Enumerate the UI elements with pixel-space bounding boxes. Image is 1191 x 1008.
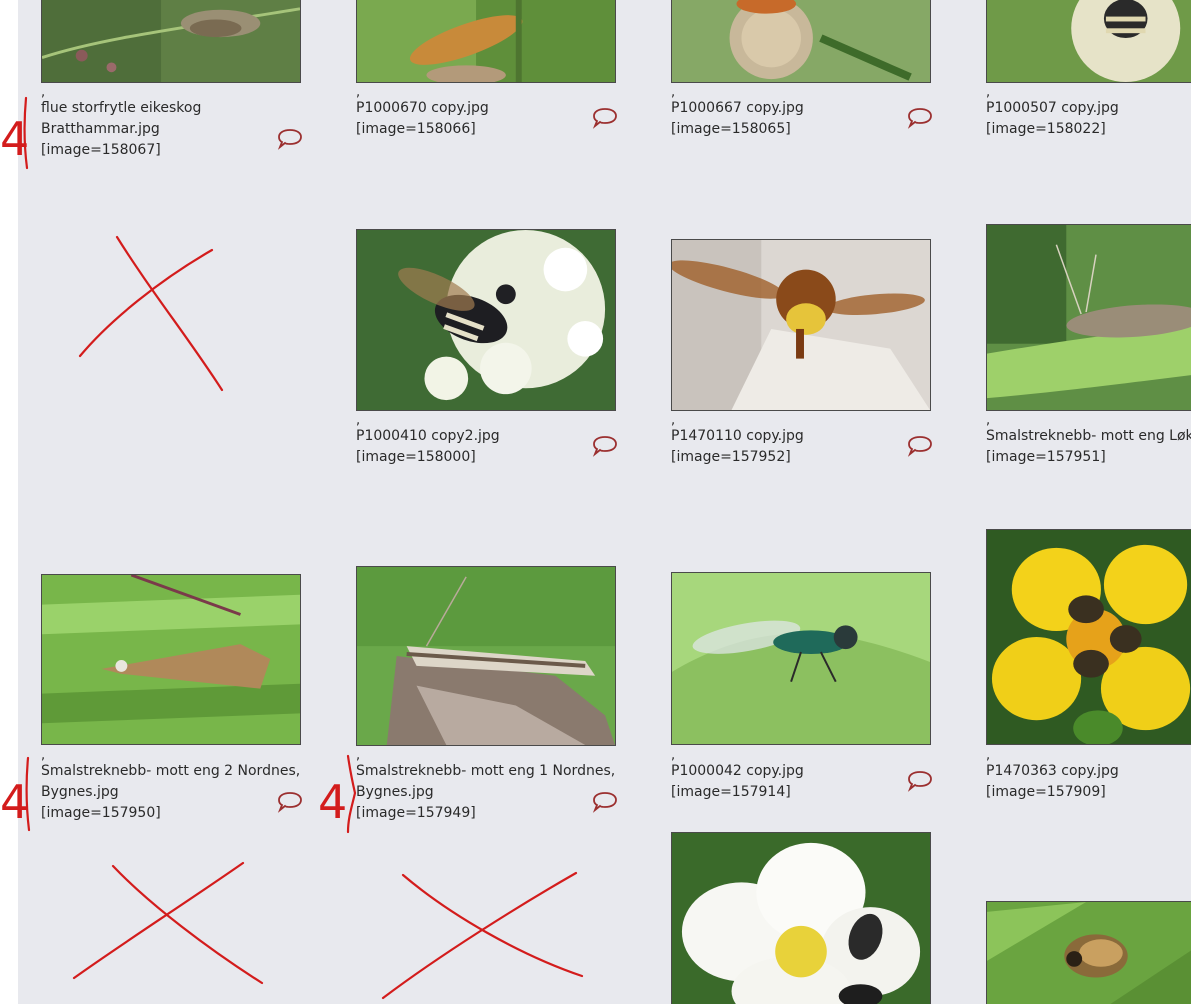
image-tag: [image=158067] [41,142,161,158]
image-filename: P1000667 copy.jpg [671,100,804,116]
image-caption: , P1470363 copy.jpg [image=157909] [986,749,1191,803]
image-filename: P1000507 copy.jpg [986,100,1119,116]
comment-icon[interactable] [592,107,618,129]
image-caption: , P1000042 copy.jpg [image=157914] [671,749,921,803]
image-caption: , flue storfrytle eikeskog Bratthammar.j… [41,86,291,161]
thumbnail-image[interactable] [986,529,1191,745]
thumbnail-image[interactable] [671,572,931,745]
comment-icon[interactable] [277,791,303,813]
image-caption: , P1470110 copy.jpg [image=157952] [671,414,921,468]
image-filename: flue storfrytle eikeskog Bratthammar.jpg [41,100,202,137]
thumbnail-image[interactable] [356,566,616,746]
image-filename: P1000670 copy.jpg [356,100,489,116]
image-filename: P1000410 copy2.jpg [356,428,500,444]
comment-icon[interactable] [592,435,618,457]
image-filename: Smalstreknebb- mott eng Løkje [986,428,1191,444]
image-filename: Smalstreknebb- mott eng 1 Nordnes, Bygne… [356,763,616,800]
image-tag: [image=158022] [986,121,1106,137]
image-tag: [image=157950] [41,805,161,821]
thumbnail-image[interactable] [671,0,931,83]
image-filename: P1470363 copy.jpg [986,763,1119,779]
image-tag: [image=158066] [356,121,476,137]
image-tag: [image=157952] [671,449,791,465]
image-caption: , P1000410 copy2.jpg [image=158000] [356,414,606,468]
image-filename: Smalstreknebb- mott eng 2 Nordnes, Bygne… [41,763,301,800]
thumbnail-image[interactable] [356,229,616,411]
comment-icon[interactable] [907,435,933,457]
thumbnail-image[interactable] [356,0,616,83]
image-tag: [image=157949] [356,805,476,821]
image-tag: [image=157914] [671,784,791,800]
image-caption: , P1000507 copy.jpg [image=158022] [986,88,1191,140]
comment-icon[interactable] [277,128,303,150]
image-tag: [image=158065] [671,121,791,137]
thumbnail-image[interactable] [986,0,1191,83]
thumbnail-image[interactable] [41,0,301,83]
thumbnail-image[interactable] [671,832,931,1008]
image-caption: , P1000667 copy.jpg [image=158065] [671,86,921,140]
page-edge [0,1004,1191,1008]
image-gallery: , flue storfrytle eikeskog Bratthammar.j… [18,0,1191,1008]
comment-icon[interactable] [592,791,618,813]
image-caption: , Smalstreknebb- mott eng 1 Nordnes, Byg… [356,749,615,824]
image-tag: [image=157951] [986,449,1106,465]
thumbnail-image[interactable] [41,574,301,745]
image-filename: P1000042 copy.jpg [671,763,804,779]
image-filename: P1470110 copy.jpg [671,428,804,444]
thumbnail-image[interactable] [671,239,931,411]
comment-icon[interactable] [907,107,933,129]
image-tag: [image=158000] [356,449,476,465]
image-caption: , Smalstreknebb- mott eng 2 Nordnes, Byg… [41,749,300,824]
image-tag: [image=157909] [986,784,1106,800]
image-caption: , Smalstreknebb- mott eng Løkje [image=1… [986,416,1191,468]
comment-icon[interactable] [907,770,933,792]
thumbnail-image[interactable] [986,901,1191,1008]
thumbnail-image[interactable] [986,224,1191,411]
image-caption: , P1000670 copy.jpg [image=158066] [356,86,606,140]
